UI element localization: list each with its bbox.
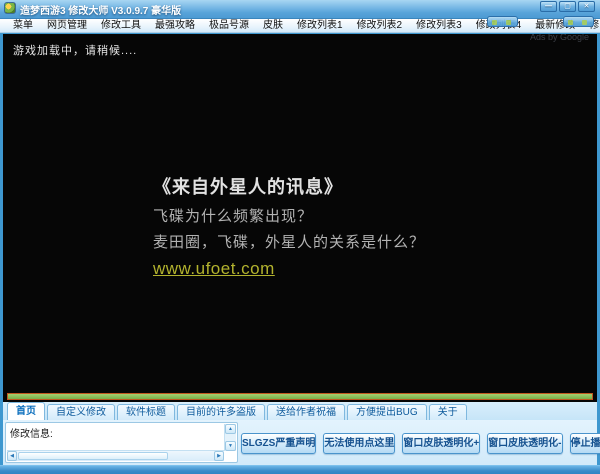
- message-title: 《来自外星人的讯息》: [153, 173, 425, 199]
- slgzs-statement-button[interactable]: SLGZS严重声明: [241, 433, 316, 454]
- tab-about[interactable]: 关于: [429, 404, 467, 420]
- tab-author-blessing[interactable]: 送给作者祝福: [267, 404, 345, 420]
- maximize-button[interactable]: ▢: [559, 1, 576, 12]
- loading-progress-bar: [7, 393, 593, 400]
- stop-music-button[interactable]: 停止播放音乐: [570, 433, 600, 454]
- ufoet-link[interactable]: www.ufoet.com: [153, 259, 275, 279]
- tab-report-bug[interactable]: 方便提出BUG: [347, 404, 427, 420]
- menu-item-modlist1[interactable]: 修改列表1: [290, 19, 350, 32]
- scroll-left-icon[interactable]: ◀: [7, 451, 17, 461]
- scroll-up-icon[interactable]: ▲: [225, 424, 236, 434]
- scrollbar-thumb[interactable]: [18, 452, 168, 460]
- tab-software-title[interactable]: 软件标题: [117, 404, 175, 420]
- menu-item-modlist3[interactable]: 修改列表3: [409, 19, 469, 32]
- horizontal-scrollbar[interactable]: ◀ ▶: [7, 450, 224, 461]
- app-window: 造梦西游3 修改大师 V3.0.9.7 豪华版 — ▢ ✕ 菜单 网页管理 修改…: [0, 0, 600, 474]
- menu-item-skin[interactable]: 皮肤: [256, 19, 290, 32]
- status-bar: [0, 465, 600, 474]
- loading-progress-fill: [8, 394, 592, 399]
- skin-artifact: [563, 16, 594, 27]
- loading-status-text: 游戏加载中，请稍候....: [13, 42, 137, 58]
- game-viewport: 游戏加载中，请稍候.... Ads by Google 《来自外星人的讯息》 飞…: [3, 34, 597, 402]
- vertical-scrollbar[interactable]: ▲ ▼: [224, 424, 236, 451]
- message-line-2: 麦田圈，飞碟，外星人的关系是什么？: [153, 231, 425, 252]
- app-icon: [4, 2, 16, 14]
- close-button[interactable]: ✕: [578, 1, 595, 12]
- mod-info-textarea[interactable]: 修改信息: ▲ ▼ ◀ ▶: [5, 422, 238, 463]
- minimize-button[interactable]: —: [540, 1, 557, 12]
- splash-message: 《来自外星人的讯息》 飞碟为什么频繁出现？ 麦田圈，飞碟，外星人的关系是什么？ …: [153, 173, 425, 279]
- menu-item-web[interactable]: 网页管理: [40, 19, 94, 32]
- bottom-panel: 修改信息: ▲ ▼ ◀ ▶ SLGZS严重声明 无法使用点这里 窗口皮肤透明化+…: [3, 420, 597, 465]
- window-controls: — ▢ ✕: [540, 1, 595, 12]
- tab-bar: 首页 自定义修改 软件标题 目前的许多盗版 送给作者祝福 方便提出BUG 关于: [3, 402, 597, 420]
- message-line-1: 飞碟为什么频繁出现？: [153, 205, 425, 226]
- action-buttons: SLGZS严重声明 无法使用点这里 窗口皮肤透明化+ 窗口皮肤透明化- 停止播放…: [241, 433, 593, 454]
- tab-home[interactable]: 首页: [7, 402, 45, 420]
- menu-item-tools[interactable]: 修改工具: [94, 19, 148, 32]
- menu-item-accounts[interactable]: 极品号源: [202, 19, 256, 32]
- menu-item-guides[interactable]: 最强攻略: [148, 19, 202, 32]
- skin-transparency-minus-button[interactable]: 窗口皮肤透明化-: [487, 433, 562, 454]
- mod-info-label: 修改信息:: [10, 425, 53, 440]
- scroll-right-icon[interactable]: ▶: [214, 451, 224, 461]
- window-title: 造梦西游3 修改大师 V3.0.9.7 豪华版: [20, 2, 181, 17]
- tab-pirated-versions[interactable]: 目前的许多盗版: [177, 404, 265, 420]
- menu-item-main[interactable]: 菜单: [6, 19, 40, 32]
- scroll-down-icon[interactable]: ▼: [225, 441, 236, 451]
- skin-transparency-plus-button[interactable]: 窗口皮肤透明化+: [402, 433, 480, 454]
- skin-artifact: [487, 16, 518, 27]
- ads-by-google-label: Ads by Google: [530, 34, 589, 42]
- menu-item-modlist2[interactable]: 修改列表2: [350, 19, 410, 32]
- tab-custom-mod[interactable]: 自定义修改: [47, 404, 115, 420]
- cannot-use-help-button[interactable]: 无法使用点这里: [323, 433, 395, 454]
